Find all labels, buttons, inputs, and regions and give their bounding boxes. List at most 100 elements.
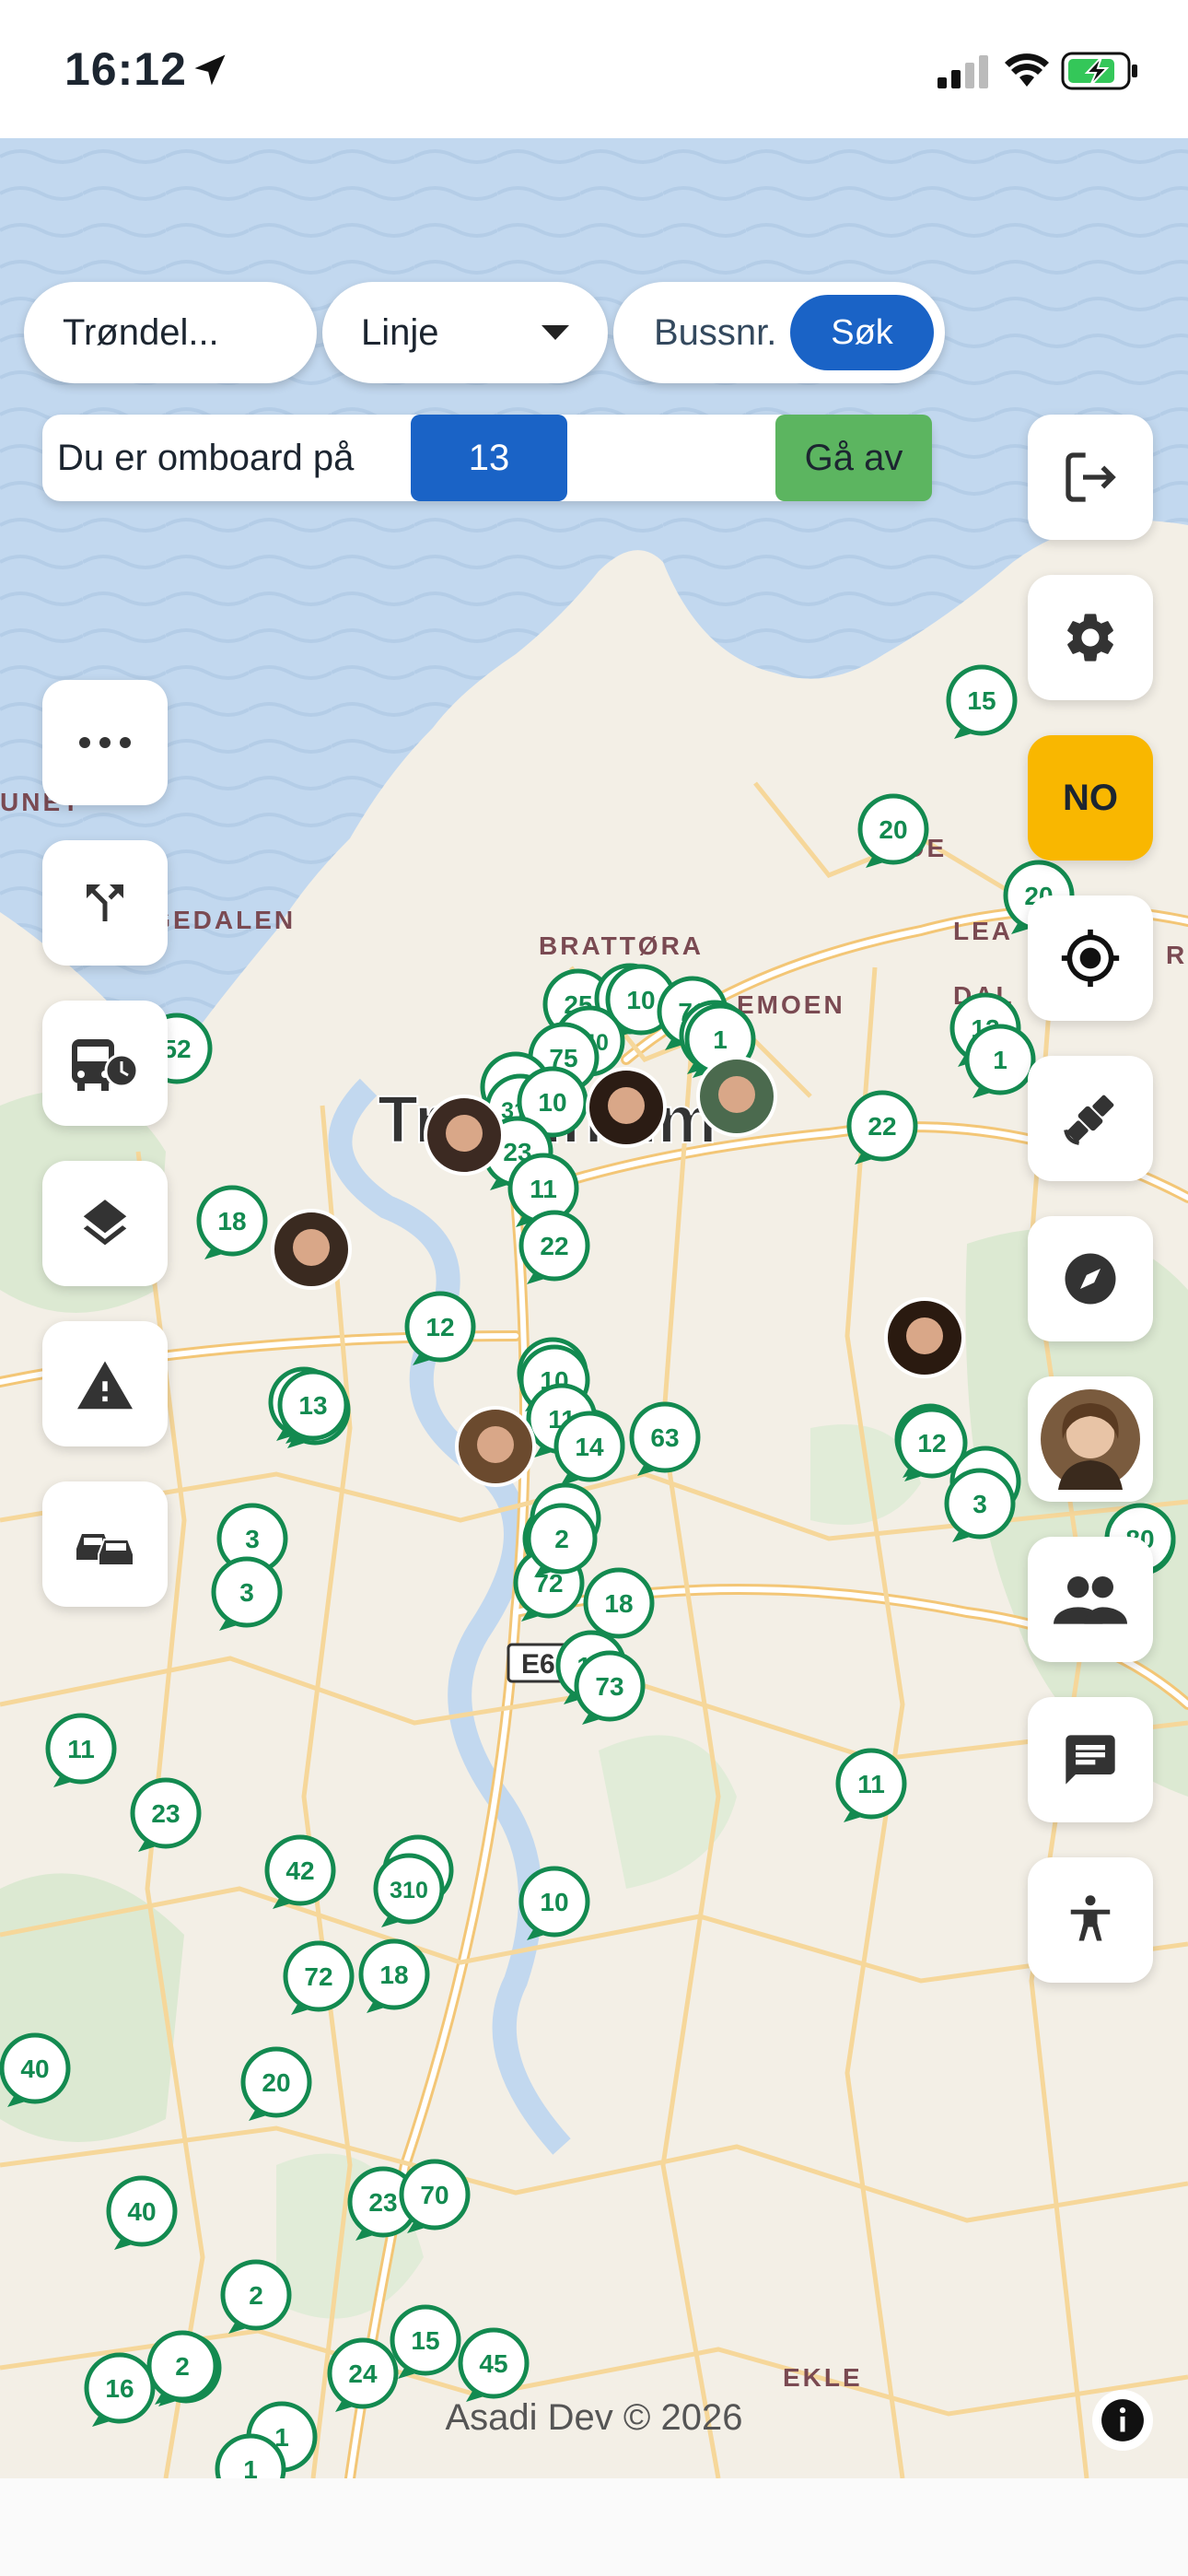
avatar-face: [608, 1087, 645, 1124]
friends-button[interactable]: [1028, 1537, 1153, 1662]
bus-search-box[interactable]: Bussnr. Søk: [613, 282, 945, 383]
svg-text:E6: E6: [521, 1649, 555, 1680]
bus-marker-label: 18: [379, 1961, 408, 1989]
onboard-route-badge: 13: [411, 415, 567, 501]
search-button[interactable]: Søk: [790, 295, 934, 370]
chat-icon: [1066, 1735, 1115, 1785]
vehicles-icon: [76, 1534, 134, 1566]
leave-bus-button[interactable]: Gå av: [775, 415, 932, 501]
warning-button[interactable]: [42, 1321, 168, 1446]
bus-marker-label: 3: [245, 1525, 260, 1553]
bus-marker-label: 1: [993, 1046, 1007, 1074]
bus-marker-label: 20: [262, 2068, 290, 2097]
bus-marker-label: 3: [973, 1490, 987, 1518]
bus-marker-label: 1: [713, 1025, 728, 1054]
bus-marker-label: 1: [243, 2455, 258, 2478]
call-split-icon: [87, 884, 123, 921]
bus-marker-label: 20: [879, 815, 907, 844]
bus-marker-label: 18: [604, 1589, 633, 1618]
accessibility-button[interactable]: [1028, 1857, 1153, 1983]
bus-marker-label: 22: [868, 1112, 896, 1141]
language-button[interactable]: NO: [1028, 735, 1153, 861]
bus-marker-label: 310: [390, 1878, 428, 1903]
svg-text:EKLE: EKLE: [783, 2363, 863, 2392]
logout-icon: [1066, 452, 1116, 502]
status-bar: 16:12: [0, 0, 1188, 138]
bus-marker-label: 23: [151, 1799, 180, 1828]
warning-icon: [77, 1361, 133, 1410]
route-split-button[interactable]: [42, 840, 168, 966]
bus-marker-label: 3: [239, 1578, 254, 1607]
chevron-down-icon: [542, 325, 569, 340]
people-icon: [1054, 1576, 1127, 1624]
user-avatar-marker[interactable]: [696, 1056, 777, 1137]
line-select-label: Linje: [361, 311, 439, 353]
map-attribution: Asadi Dev © 2026: [445, 2397, 743, 2438]
bus-marker-label: 2: [249, 2281, 263, 2310]
satellite-icon: [1064, 1095, 1114, 1145]
compass-button[interactable]: [1028, 1216, 1153, 1341]
user-avatar-marker[interactable]: [271, 1209, 352, 1290]
wifi-icon: [1005, 53, 1049, 87]
satellite-button[interactable]: [1028, 1056, 1153, 1181]
bus-marker-label: 72: [304, 1962, 332, 1991]
more-horizontal-icon: [79, 737, 131, 748]
bus-marker-label: 42: [285, 1856, 314, 1885]
bus-marker-label: 63: [650, 1423, 679, 1452]
schedule-button[interactable]: [42, 1001, 168, 1126]
bus-marker-label: 14: [575, 1433, 604, 1461]
bus-marker-label: 11: [857, 1770, 885, 1798]
svg-text:R: R: [1166, 941, 1187, 969]
settings-button[interactable]: [1028, 575, 1153, 700]
onboard-bar: Du er omboard på 13 Gå av: [42, 415, 932, 501]
info-icon: [1101, 2399, 1144, 2441]
bus-marker-label: 73: [595, 1672, 623, 1701]
bus-number-input[interactable]: Bussnr.: [654, 312, 790, 354]
layers-button[interactable]: [42, 1161, 168, 1286]
bottom-safe-area: [0, 2478, 1188, 2576]
avatar-face: [718, 1076, 755, 1113]
svg-text:EMOEN: EMOEN: [737, 990, 845, 1019]
svg-text:LEA: LEA: [953, 917, 1013, 945]
bus-marker-label: 24: [348, 2359, 378, 2388]
crosshair-location-icon: [1061, 929, 1120, 988]
more-button[interactable]: [42, 680, 168, 805]
profile-button[interactable]: [1028, 1376, 1153, 1502]
avatar-face: [446, 1115, 483, 1152]
user-avatar-marker[interactable]: [884, 1297, 965, 1378]
user-avatar-marker[interactable]: [424, 1095, 505, 1176]
avatar-face: [293, 1229, 330, 1266]
my-location-button[interactable]: [1028, 896, 1153, 1021]
avatar-face: [906, 1317, 943, 1354]
map-info-button[interactable]: [1092, 2390, 1153, 2451]
accessibility-icon: [1070, 1895, 1111, 1941]
logout-button[interactable]: [1028, 415, 1153, 540]
bus-marker[interactable]: 1: [215, 2433, 286, 2478]
bus-marker-label: 13: [298, 1391, 327, 1420]
bus-marker-label: 70: [420, 2181, 448, 2209]
region-select-label: Trøndel...: [63, 311, 219, 353]
chat-button[interactable]: [1028, 1697, 1153, 1822]
line-select[interactable]: Linje: [322, 282, 608, 383]
onboard-label: Du er omboard på: [57, 437, 355, 478]
bus-marker-label: 12: [917, 1429, 946, 1458]
traffic-button[interactable]: [42, 1481, 168, 1607]
bus-marker-label: 45: [479, 2349, 507, 2378]
bus-marker-label: 2: [554, 1525, 569, 1553]
bus-marker-label: 10: [540, 1888, 568, 1916]
avatar: [1041, 1389, 1140, 1490]
bus-marker-label: 10: [538, 1088, 566, 1117]
user-avatar-marker[interactable]: [586, 1067, 667, 1148]
status-time: 16:12: [64, 43, 187, 95]
region-select[interactable]: Trøndel...: [24, 282, 317, 383]
bus-marker-label: 10: [626, 986, 655, 1014]
compass-icon: [1065, 1253, 1116, 1305]
user-avatar-marker[interactable]: [455, 1406, 536, 1487]
bus-marker-label: 40: [20, 2055, 49, 2083]
bus-marker-label: 23: [368, 2188, 397, 2217]
bus-marker-label: 11: [530, 1175, 557, 1203]
bus-marker-label: 15: [411, 2326, 439, 2355]
bus-clock-icon: [72, 1039, 139, 1091]
location-arrow-icon: [194, 54, 226, 86]
bus-marker-label: 12: [425, 1313, 454, 1341]
